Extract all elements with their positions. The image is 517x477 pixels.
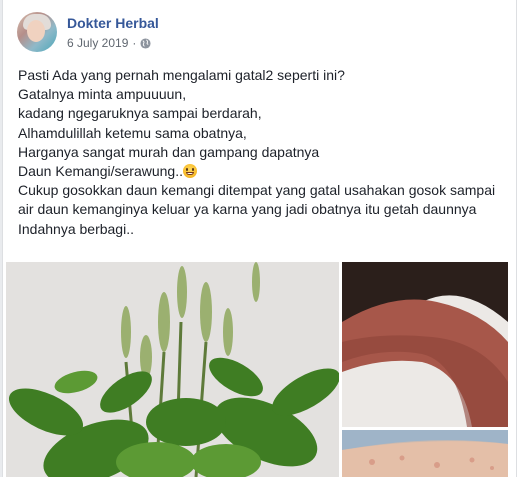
photo-arm-rash[interactable]: [342, 262, 508, 427]
grinning-face-emoji-icon: [183, 164, 197, 179]
post-line-with-emoji: Daun Kemangi/serawung..: [18, 162, 508, 181]
post-date-link[interactable]: 6 July 2019: [67, 36, 128, 50]
author-name-link[interactable]: Dokter Herbal: [67, 15, 159, 31]
post-line: kadang ngegaruknya sampai berdarah,: [18, 105, 262, 122]
post-line: Indahnya berbagi..: [18, 220, 134, 237]
post-line: Pasti Ada yang pernah mengalami gatal2 s…: [18, 67, 345, 83]
post-line: Harganya sangat murah dan gampang dapatn…: [18, 143, 320, 160]
post-text: Pasti Ada yang pernah mengalami gatal2 s…: [18, 66, 508, 239]
post-meta: 6 July 2019 ·: [67, 36, 151, 50]
post-line: Daun Kemangi/serawung..: [18, 163, 183, 180]
arm-rash-illustration: [342, 262, 508, 427]
post-line: Alhamdulillah ketemu sama obatnya,: [18, 124, 247, 141]
meta-separator: ·: [132, 36, 137, 50]
photo-skin-rash[interactable]: [342, 430, 508, 477]
author-avatar[interactable]: [17, 12, 57, 52]
post-line: Gatalnya minta ampuuuun,: [18, 86, 187, 103]
skin-rash-illustration: [342, 430, 508, 477]
basil-plant-illustration: [6, 262, 339, 477]
post-line: Cukup gosokkan daun kemangi ditempat yan…: [18, 182, 499, 218]
post-card: Dokter Herbal 6 July 2019 · Pasti Ada ya…: [2, 0, 517, 477]
globe-icon[interactable]: [140, 37, 151, 49]
photo-basil-plant[interactable]: [6, 262, 339, 477]
